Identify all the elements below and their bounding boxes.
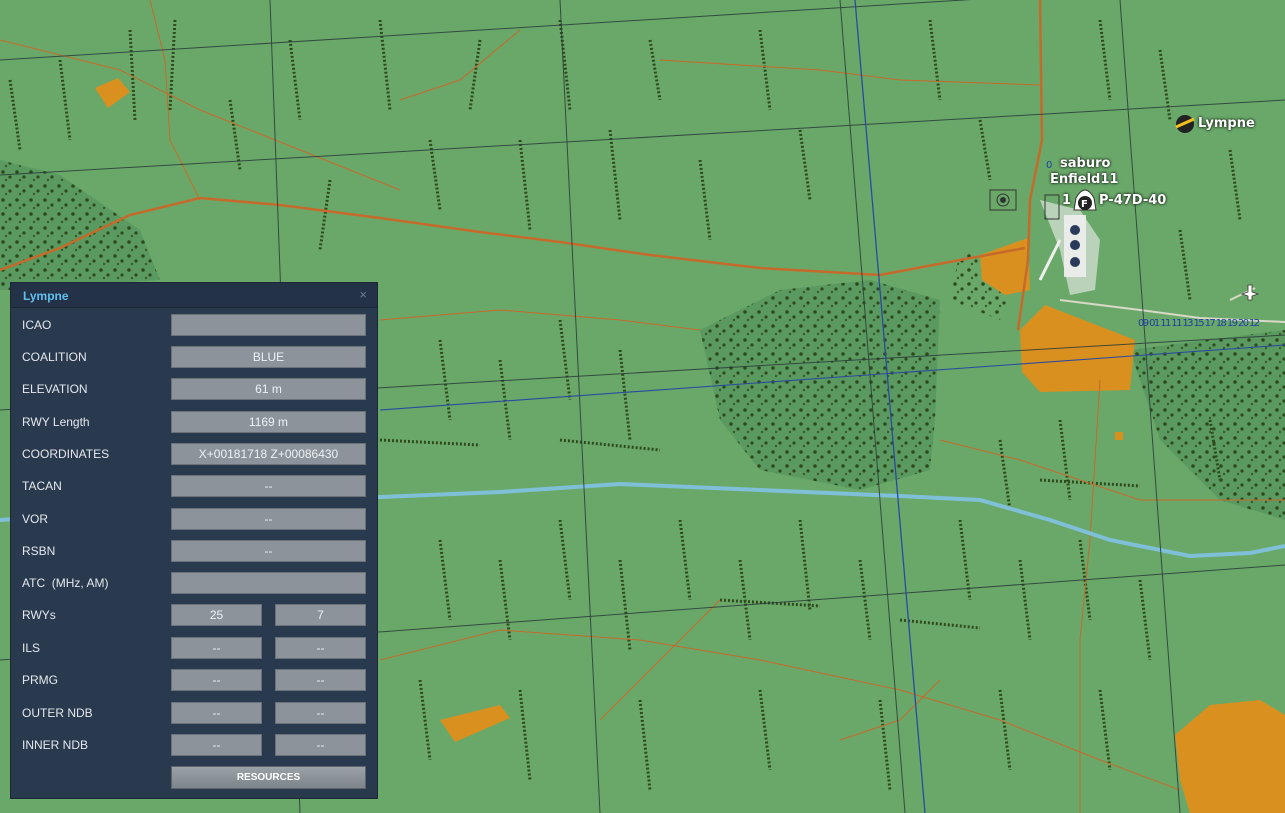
resources-button[interactable]: RESOURCES xyxy=(171,766,366,789)
row-label: OUTER NDB xyxy=(22,706,93,720)
row-ils: ILS -- -- xyxy=(11,637,377,659)
airfield-info-panel: Lympne × ICAO COALITION BLUE ELEVATION 6… xyxy=(10,282,378,799)
row-label: RSBN xyxy=(22,544,56,558)
ils-field-2[interactable]: -- xyxy=(275,637,366,659)
row-coalition: COALITION BLUE xyxy=(11,346,377,368)
row-outer-ndb: OUTER NDB -- -- xyxy=(11,702,377,724)
icao-field[interactable] xyxy=(171,314,366,336)
row-rwys: RWYs 25 7 xyxy=(11,604,377,626)
elevation-field[interactable]: 61 m xyxy=(171,378,366,400)
prmg-field-2[interactable]: -- xyxy=(275,669,366,691)
row-atc: ATC (MHz, AM) xyxy=(11,572,377,594)
airfield-icon[interactable] xyxy=(1175,115,1195,133)
unit-index-label: 1 xyxy=(1062,193,1072,208)
row-label: RWYs xyxy=(22,608,56,622)
row-label: RWY Length xyxy=(22,415,90,429)
pilot-name-label: saburo xyxy=(1060,156,1111,171)
panel-title: Lympne xyxy=(23,289,69,303)
panel-header: Lympne × xyxy=(11,283,377,308)
row-label: COALITION xyxy=(22,350,87,364)
rwy-length-field[interactable]: 1169 m xyxy=(171,411,366,433)
rwy-heading-field-2[interactable]: 7 xyxy=(275,604,366,626)
row-label: ILS xyxy=(22,641,41,655)
inner-ndb-field-1[interactable]: -- xyxy=(171,734,262,756)
row-label: COORDINATES xyxy=(22,447,110,461)
row-prmg: PRMG -- -- xyxy=(11,669,377,691)
route-markings-label: 09 01 11 11 13 15 17 18 19 20 12 xyxy=(1138,318,1260,329)
row-label: ELEVATION xyxy=(22,382,88,396)
outer-ndb-field-2[interactable]: -- xyxy=(275,702,366,724)
group-name-label: Enfield11 xyxy=(1050,172,1119,187)
row-rwy-length: RWY Length 1169 m xyxy=(11,411,377,433)
row-inner-ndb: INNER NDB -- -- xyxy=(11,734,377,756)
rsbn-field[interactable]: -- xyxy=(171,540,366,562)
row-rsbn: RSBN -- xyxy=(11,540,377,562)
aircraft-type-label: P-47D-40 xyxy=(1099,193,1167,208)
outer-ndb-field-1[interactable]: -- xyxy=(171,702,262,724)
rwy-heading-field-1[interactable]: 25 xyxy=(171,604,262,626)
row-icao: ICAO xyxy=(11,314,377,336)
atc-field[interactable] xyxy=(171,572,366,594)
prmg-field-1[interactable]: -- xyxy=(171,669,262,691)
tacan-field[interactable]: -- xyxy=(171,475,366,497)
coordinates-field[interactable]: X+00181718 Z+00086430 xyxy=(171,443,366,465)
unit-letter: F xyxy=(1081,199,1088,210)
ils-field-1[interactable]: -- xyxy=(171,637,262,659)
unit-number-label: 0 xyxy=(1046,160,1053,171)
row-coordinates: COORDINATES X+00181718 Z+00086430 xyxy=(11,443,377,465)
row-label: ICAO xyxy=(22,318,52,332)
row-elevation: ELEVATION 61 m xyxy=(11,378,377,400)
row-tacan: TACAN -- xyxy=(11,475,377,497)
vor-field[interactable]: -- xyxy=(171,508,366,530)
row-label: PRMG xyxy=(22,673,58,687)
close-icon[interactable]: × xyxy=(359,287,367,302)
coalition-field[interactable]: BLUE xyxy=(171,346,366,368)
row-label: ATC (MHz, AM) xyxy=(22,576,109,590)
row-label: VOR xyxy=(22,512,49,526)
row-label: INNER NDB xyxy=(22,738,89,752)
airfield-name-label: Lympne xyxy=(1198,116,1255,131)
row-vor: VOR -- xyxy=(11,508,377,530)
inner-ndb-field-2[interactable]: -- xyxy=(275,734,366,756)
row-label: TACAN xyxy=(22,479,62,493)
